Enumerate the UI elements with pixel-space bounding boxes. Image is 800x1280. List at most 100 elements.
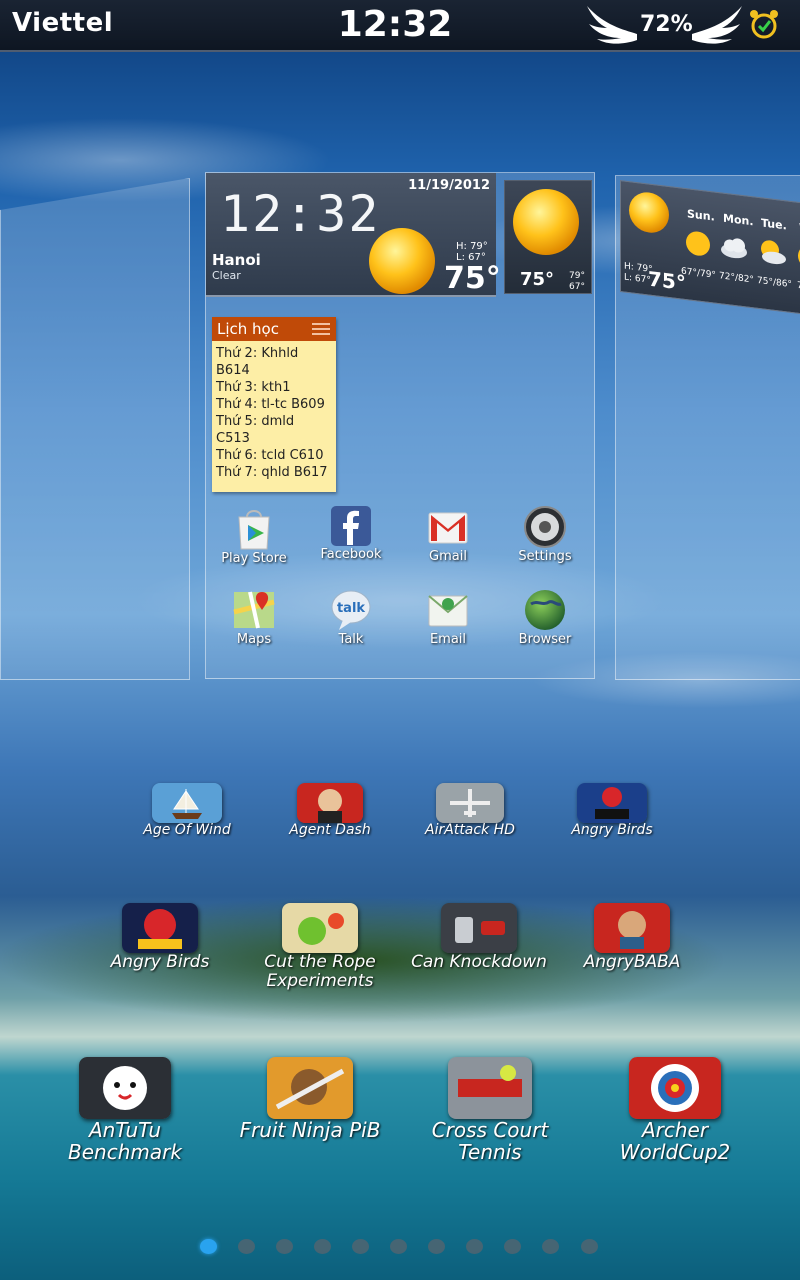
page-dot-active[interactable] [200,1239,217,1254]
note-line: Thứ 6: tcld C610 [216,448,324,463]
play-store-icon [238,510,270,550]
page-dot[interactable] [238,1239,255,1254]
note-line: Thứ 3: kth1 [216,380,291,395]
cross-court-tennis-icon [448,1057,532,1119]
age-of-wind-icon [152,783,222,823]
app-label: Archer [641,1118,709,1142]
page-dot[interactable] [542,1239,559,1254]
widget-temperature: 75° [444,261,501,296]
app-antutu-benchmark[interactable]: AnTuTu Benchmark [45,1057,205,1163]
page-dot[interactable] [314,1239,331,1254]
antutu-icon [79,1057,171,1119]
app-agent-dash[interactable]: Agent Dash [250,783,410,838]
app-talk[interactable]: talk Talk [311,588,391,647]
app-gmail[interactable]: Gmail [408,505,488,564]
app-label: WorldCup2 [619,1140,731,1164]
app-age-of-wind[interactable]: Age Of Wind [107,783,267,838]
app-label: Gmail [429,549,467,564]
app-can-knockdown[interactable]: Can Knockdown [399,903,559,972]
fruit-ninja-icon [267,1057,353,1119]
battery-level: 72% [640,12,693,37]
home-panel-left[interactable] [0,178,190,680]
note-line: Thứ 7: qhld B617 [216,465,328,480]
small-widget-high: 79° [569,271,585,281]
forecast-range: 67°/79° [681,266,716,281]
widget-date: 11/19/2012 [408,178,490,193]
airattack-icon [436,783,504,823]
svg-text:talk: talk [337,601,365,616]
page-dot[interactable] [504,1239,521,1254]
page-dot[interactable] [466,1239,483,1254]
sticky-note-widget[interactable]: Lịch học Thứ 2: Khhld B614 Thứ 3: kth1 T… [212,317,336,492]
page-dot[interactable] [276,1239,293,1254]
app-label: Tennis [458,1140,522,1164]
forecast-range: 72°/82° [719,271,754,286]
app-label: AnTuTu [88,1118,162,1142]
cut-the-rope-icon [282,903,358,953]
app-label: Maps [236,632,272,647]
page-dot[interactable] [428,1239,445,1254]
app-cut-the-rope-experiments[interactable]: Cut the Rope Experiments [240,903,400,990]
app-label: Angry Birds [110,952,210,972]
app-label: AngryBABA [583,952,681,972]
app-label: Settings [518,549,572,564]
app-label: Agent Dash [289,822,371,838]
note-header: Lịch học [212,317,336,341]
sun-icon [513,189,579,255]
app-email[interactable]: Email [408,588,488,647]
page-dot[interactable] [352,1239,369,1254]
app-angrybaba[interactable]: AngryBABA [552,903,712,972]
app-label: Experiments [266,970,374,991]
app-facebook[interactable]: Facebook [311,505,391,562]
app-settings[interactable]: Settings [505,505,585,564]
clock-weather-widget[interactable]: 11/19/2012 12:32 Hanoi Clear H: 79° L: 6… [206,173,501,297]
small-widget-low: 67° [569,282,585,292]
talk-icon: talk [331,590,371,630]
app-angry-birds-star-wars[interactable]: Angry Birds [532,783,692,838]
page-dot[interactable] [390,1239,407,1254]
app-archer-worldcup2[interactable]: Archer WorldCup2 [590,1057,760,1163]
page-indicator[interactable] [0,1237,800,1257]
page-dot[interactable] [581,1239,598,1254]
status-bar: Viettel 12:32 72% [0,0,800,52]
widget-time: 12:32 [220,185,381,243]
app-label: AirAttack HD [425,822,515,838]
sun-icon [369,228,435,294]
app-fruit-ninja[interactable]: Fruit Ninja PiB [225,1057,395,1141]
note-line: Thứ 5: dmld [216,414,295,429]
weather-small-widget[interactable]: 75° 79° 67° [504,180,592,294]
forecast-day: Tue. [761,216,787,233]
sun-icon [629,192,669,233]
menu-icon[interactable] [312,323,330,335]
angrybaba-icon [594,903,670,953]
small-widget-temperature: 75° [520,269,555,290]
angry-birds-star-wars-icon [577,783,647,823]
note-line: B614 [216,363,250,378]
app-label: Facebook [320,547,382,562]
note-line: C513 [216,431,250,446]
note-title: Lịch học [217,320,279,338]
wing-left-icon [587,6,637,44]
sun-icon [686,231,710,256]
app-play-store[interactable]: Play Store [214,505,294,566]
app-browser[interactable]: Browser [505,588,585,647]
app-angry-birds-space[interactable]: Angry Birds [80,903,240,972]
app-maps[interactable]: Maps [214,588,294,647]
gmail-icon [428,512,468,544]
archer-target-icon [629,1057,721,1119]
app-label: Browser [518,632,572,647]
partly-cloudy-icon [761,240,786,265]
app-airattack-hd[interactable]: AirAttack HD [390,783,550,838]
cloud-icon [721,238,747,259]
maps-icon [233,591,275,629]
note-line: Thứ 4: tl-tc B609 [216,397,325,412]
app-label: Angry Birds [571,822,653,838]
app-cross-court-tennis[interactable]: Cross Court Tennis [410,1057,570,1163]
browser-icon [525,590,565,630]
app-label: Email [429,632,467,647]
settings-icon [524,506,566,548]
app-label: Play Store [221,551,287,566]
forecast-day: Mon. [723,211,754,229]
facebook-icon [331,506,371,546]
app-label: Fruit Ninja PiB [239,1118,381,1142]
